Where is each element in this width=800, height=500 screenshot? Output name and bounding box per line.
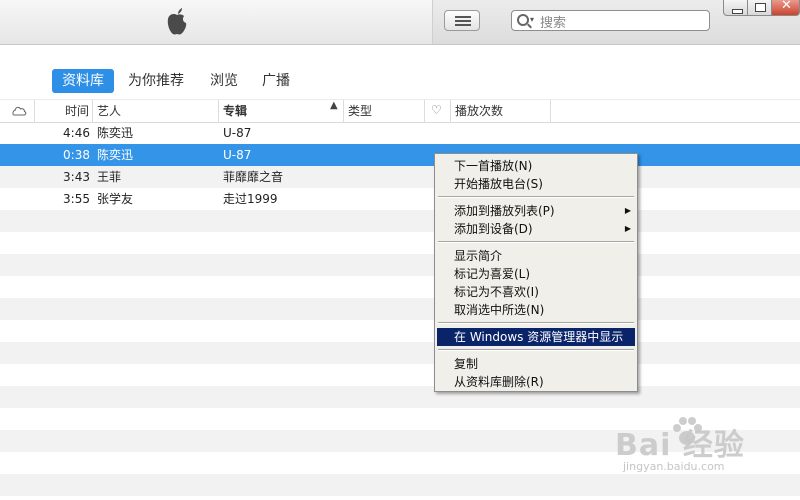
close-button[interactable]: ✕ xyxy=(771,0,800,16)
empty-row xyxy=(0,298,800,320)
sort-ascending-icon: ▲ xyxy=(330,100,338,111)
col-divider xyxy=(550,100,552,122)
empty-row xyxy=(0,254,800,276)
col-artist[interactable]: 艺人 xyxy=(92,100,219,122)
chevron-down-icon: ▾ xyxy=(530,15,535,24)
col-album[interactable]: 专辑 xyxy=(218,100,345,122)
empty-row xyxy=(0,364,800,386)
table-row[interactable]: 3:43 王菲 菲靡靡之音 xyxy=(0,166,800,188)
search-icon xyxy=(517,14,529,26)
empty-row xyxy=(0,276,800,298)
row-album: U-87 xyxy=(223,148,252,162)
cloud-icon[interactable] xyxy=(11,106,27,116)
toolbar: ▾ 搜索 ✕ xyxy=(0,0,800,45)
paw-logo-icon xyxy=(673,417,702,445)
baidu-watermark: Bai 经验 jingyan.baidu.com xyxy=(615,417,795,485)
menu-item-add-to-device[interactable]: 添加到设备(D) ▶ xyxy=(437,220,635,238)
row-album: U-87 xyxy=(223,126,252,140)
menu-item-label: 添加到设备(D) xyxy=(454,222,533,236)
empty-row xyxy=(0,210,800,232)
table-row[interactable]: 3:55 张学友 走过1999 xyxy=(0,188,800,210)
row-artist: 陈奕迅 xyxy=(97,126,134,140)
menu-separator xyxy=(438,349,634,351)
minimize-button[interactable] xyxy=(723,0,748,16)
empty-row xyxy=(0,232,800,254)
col-divider xyxy=(34,100,35,122)
menu-item-label: 添加到播放列表(P) xyxy=(454,204,555,218)
row-album: 菲靡靡之音 xyxy=(223,170,284,184)
close-icon: ✕ xyxy=(781,0,792,13)
context-menu: 下一首播放(N) 开始播放电台(S) 添加到播放列表(P) ▶ 添加到设备(D) ▶… xyxy=(434,153,638,392)
col-time[interactable]: 时间 xyxy=(65,100,89,122)
row-time: 0:38 xyxy=(63,148,90,162)
empty-row xyxy=(0,320,800,342)
menu-item-copy[interactable]: 复制 xyxy=(437,355,635,373)
col-genre[interactable]: 类型 xyxy=(343,100,424,122)
apple-logo-icon xyxy=(167,8,187,35)
row-artist: 陈奕迅 xyxy=(97,148,134,162)
empty-row xyxy=(0,386,800,408)
row-artist: 王菲 xyxy=(97,170,122,184)
submenu-arrow-icon: ▶ xyxy=(624,206,631,215)
menu-item-uncheck[interactable]: 取消选中所选(N) xyxy=(437,301,635,319)
list-view-button[interactable] xyxy=(444,10,480,31)
menu-item-dislike[interactable]: 标记为不喜欢(I) xyxy=(437,283,635,301)
search-field[interactable]: ▾ 搜索 xyxy=(511,10,710,31)
tab-for-you[interactable]: 为你推荐 xyxy=(118,69,194,93)
menu-item-show-in-explorer[interactable]: 在 Windows 资源管理器中显示 xyxy=(437,328,635,346)
menu-separator xyxy=(438,322,634,324)
row-time: 3:55 xyxy=(63,192,90,206)
tab-radio[interactable]: 广播 xyxy=(252,69,300,93)
table-row-selected[interactable]: 0:38 陈奕迅 U-87 xyxy=(0,144,800,166)
menu-item-add-to-playlist[interactable]: 添加到播放列表(P) ▶ xyxy=(437,202,635,220)
col-plays[interactable]: 播放次数 xyxy=(450,100,551,122)
watermark-url: jingyan.baidu.com xyxy=(623,460,725,473)
menu-separator xyxy=(438,196,634,198)
table-row[interactable]: 4:46 陈奕迅 U-87 xyxy=(0,122,800,144)
menu-item-start-radio[interactable]: 开始播放电台(S) xyxy=(437,175,635,193)
empty-row xyxy=(0,342,800,364)
menu-item-love[interactable]: 标记为喜爱(L) xyxy=(437,265,635,283)
menu-item-delete-from-library[interactable]: 从资料库删除(R) xyxy=(437,373,635,391)
table-header: 时间 艺人 专辑 ▲ 类型 ♡ 播放次数 xyxy=(0,99,800,123)
row-time: 4:46 xyxy=(63,126,90,140)
submenu-arrow-icon: ▶ xyxy=(624,224,631,233)
tab-browse[interactable]: 浏览 xyxy=(200,69,248,93)
restore-button[interactable] xyxy=(747,0,772,16)
row-time: 3:43 xyxy=(63,170,90,184)
heart-icon[interactable]: ♡ xyxy=(431,103,442,117)
row-album: 走过1999 xyxy=(223,192,278,206)
menu-item-get-info[interactable]: 显示简介 xyxy=(437,247,635,265)
menu-separator xyxy=(438,241,634,243)
row-artist: 张学友 xyxy=(97,192,134,206)
tab-library[interactable]: 资料库 xyxy=(52,69,114,93)
menu-item-play-next[interactable]: 下一首播放(N) xyxy=(437,157,635,175)
search-placeholder: 搜索 xyxy=(540,16,567,31)
